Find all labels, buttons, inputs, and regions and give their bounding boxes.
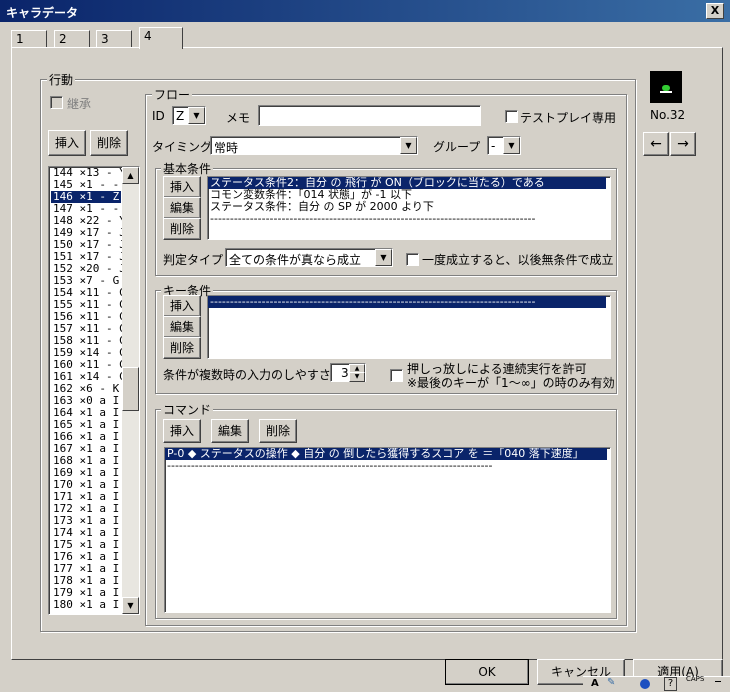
group-value: -	[491, 139, 496, 153]
dropdown-arrow-icon: ▼	[503, 137, 520, 154]
list-item[interactable]: ----------------------------------------…	[208, 296, 606, 308]
command-delete-button[interactable]: 削除	[259, 419, 297, 443]
list-item[interactable]: P-0 ◆ ステータスの操作 ◆ 自分 の 倒したら獲得するスコア を ＝「04…	[165, 448, 607, 460]
character-preview-image	[650, 71, 682, 103]
ease-label: 条件が複数時の入力のしやすさ	[163, 368, 331, 382]
title-bar: キャラデータ X	[0, 0, 730, 22]
key-delete-button[interactable]: 削除	[163, 337, 201, 359]
ease-value: 3	[341, 366, 349, 380]
judge-type-value: 全ての条件が真なら成立	[229, 253, 362, 267]
dropdown-arrow-icon: ▼	[400, 137, 417, 154]
timing-select[interactable]: 常時 ▼	[210, 136, 418, 155]
key-edit-button[interactable]: 編集	[163, 316, 201, 338]
judge-type-label: 判定タイプ	[163, 253, 224, 267]
ime-globe-icon[interactable]	[640, 679, 650, 689]
dropdown-arrow-icon: ▼	[188, 107, 205, 124]
tab-1[interactable]: 1	[11, 30, 47, 48]
ime-mode-indicator[interactable]: A	[591, 678, 599, 689]
basic-conditions-label: 基本条件	[161, 160, 214, 177]
id-select[interactable]: Z ▼	[172, 106, 206, 125]
inherit-label: 継承	[67, 97, 92, 111]
language-bar: A ✎ ? CAPS	[583, 675, 730, 692]
id-value: Z	[176, 109, 185, 123]
list-item[interactable]: ステータス条件：自分 の SP が 2000 より下	[208, 201, 610, 213]
key-conditions-list[interactable]: ----------------------------------------…	[207, 295, 611, 359]
tab-4[interactable]: 4	[139, 27, 183, 49]
testplay-checkbox[interactable]	[505, 110, 518, 123]
scroll-thumb[interactable]	[122, 367, 139, 411]
command-edit-button[interactable]: 編集	[211, 419, 249, 443]
timing-value: 常時	[214, 141, 239, 155]
ease-spinner[interactable]: 3 ▲ ▼	[330, 363, 366, 382]
character-sprite-base	[660, 91, 672, 93]
list-item[interactable]: ----------------------------------------…	[165, 460, 610, 472]
testplay-label: テストプレイ専用	[520, 111, 617, 125]
inherit-checkbox[interactable]	[50, 96, 63, 109]
once-label: 一度成立すると、以後無条件で成立	[422, 253, 614, 267]
memo-label: メモ	[226, 111, 251, 125]
condition-edit-button[interactable]: 編集	[163, 197, 201, 219]
behavior-list[interactable]: 144 ×13 - Y 145 ×1 - -146 ×1 - Z 147 ×1 - …	[48, 166, 140, 615]
behavior-group-label: 行動	[47, 71, 76, 88]
character-number: No.32	[650, 108, 686, 122]
caps-indicator: CAPS	[686, 675, 705, 683]
next-arrow-button[interactable]: →	[670, 132, 696, 156]
hold-checkbox[interactable]	[390, 369, 403, 382]
id-label: ID	[152, 109, 165, 123]
memo-input[interactable]	[258, 105, 481, 126]
commands-label: コマンド	[161, 401, 214, 418]
scroll-down-arrow-icon[interactable]: ▼	[122, 597, 139, 614]
help-icon[interactable]: ?	[664, 677, 677, 691]
group-field-label: グループ	[433, 140, 481, 154]
scroll-up-arrow-icon[interactable]: ▲	[122, 167, 139, 184]
window-title: キャラデータ	[6, 6, 79, 20]
prev-arrow-button[interactable]: ←	[643, 132, 669, 156]
commands-list[interactable]: P-0 ◆ ステータスの操作 ◆ 自分 の 倒したら獲得するスコア を ＝「04…	[164, 447, 611, 613]
judge-type-select[interactable]: 全ての条件が真なら成立 ▼	[225, 248, 393, 267]
once-checkbox[interactable]	[406, 253, 419, 266]
behavior-list-item[interactable]: 180 ×1 a I	[51, 599, 121, 611]
list-item[interactable]: ----------------------------------------…	[208, 213, 610, 225]
command-insert-button[interactable]: 挿入	[163, 419, 201, 443]
tab-3[interactable]: 3	[96, 30, 132, 48]
tab-2[interactable]: 2	[54, 30, 90, 48]
condition-insert-button[interactable]: 挿入	[163, 176, 201, 198]
dropdown-arrow-icon: ▼	[375, 249, 392, 266]
close-button[interactable]: X	[706, 3, 724, 19]
spin-down-icon[interactable]: ▼	[349, 372, 365, 382]
group-select[interactable]: - ▼	[487, 136, 521, 155]
key-insert-button[interactable]: 挿入	[163, 295, 201, 317]
basic-conditions-list[interactable]: ステータス条件2：自分 の 飛行 が ON（ブロックに当たる）である コモン変数…	[207, 176, 611, 240]
timing-label: タイミング	[152, 140, 213, 154]
flow-group-label: フロー	[152, 86, 193, 103]
condition-delete-button[interactable]: 削除	[163, 218, 201, 240]
hold-note: ※最後のキーが「1～∞」の時のみ有効	[407, 376, 615, 390]
behavior-delete-button[interactable]: 削除	[90, 130, 128, 156]
behavior-scrollbar[interactable]: ▲ ▼	[122, 167, 139, 614]
behavior-insert-button[interactable]: 挿入	[48, 130, 86, 156]
ok-button[interactable]: OK	[445, 659, 529, 685]
minimize-bar-icon[interactable]	[715, 681, 721, 682]
tools-icon[interactable]: ✎	[607, 677, 615, 688]
